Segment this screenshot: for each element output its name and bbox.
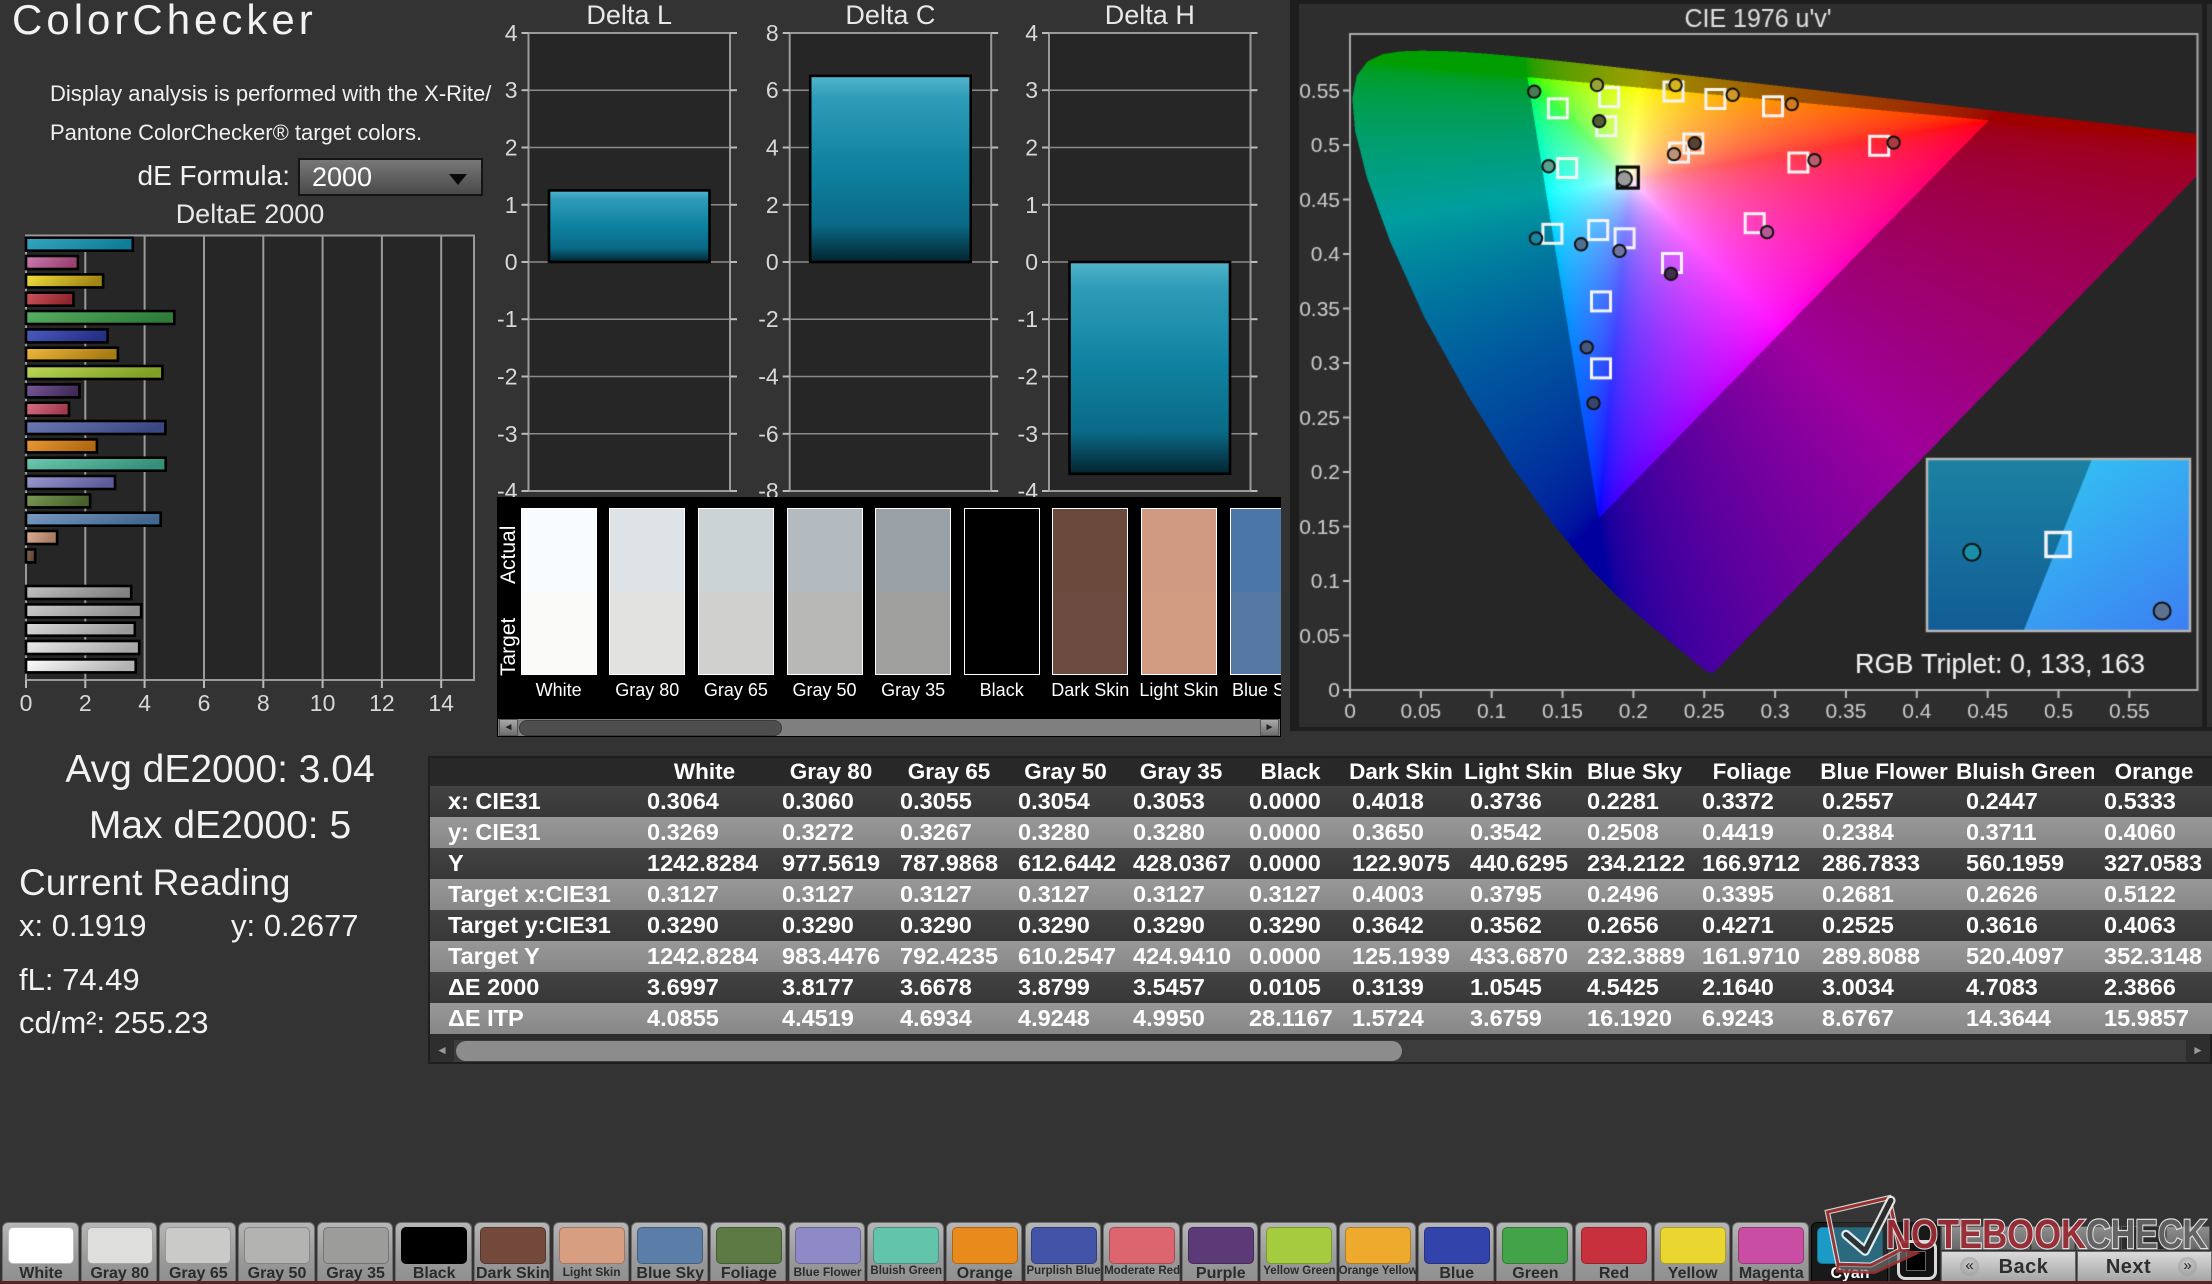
svg-text:4: 4 <box>138 690 151 716</box>
svg-text:-2: -2 <box>497 364 517 390</box>
svg-text:0: 0 <box>766 249 779 275</box>
svg-text:0: 0 <box>20 690 33 716</box>
svg-text:10: 10 <box>310 690 336 716</box>
svg-text:CHECK: CHECK <box>2086 1211 2207 1257</box>
svg-text:-3: -3 <box>1018 421 1038 447</box>
svg-text:2: 2 <box>79 690 92 716</box>
svg-text:12: 12 <box>369 690 395 716</box>
svg-text:-2: -2 <box>1018 364 1038 390</box>
svg-text:14: 14 <box>428 690 454 716</box>
svg-text:4: 4 <box>766 135 779 161</box>
svg-text:0: 0 <box>1025 249 1038 275</box>
svg-text:2: 2 <box>505 135 518 161</box>
svg-text:Delta C: Delta C <box>845 0 935 30</box>
svg-text:Delta L: Delta L <box>586 0 672 30</box>
svg-text:Delta H: Delta H <box>1105 0 1195 30</box>
svg-text:8: 8 <box>257 690 270 716</box>
svg-text:0: 0 <box>505 249 518 275</box>
svg-text:3: 3 <box>1025 77 1038 103</box>
svg-text:NOTEBOOK: NOTEBOOK <box>1886 1211 2086 1257</box>
svg-text:3: 3 <box>505 77 518 103</box>
svg-text:-3: -3 <box>497 421 517 447</box>
svg-text:2: 2 <box>766 192 779 218</box>
svg-text:-1: -1 <box>497 306 517 332</box>
svg-text:4: 4 <box>1025 20 1038 46</box>
svg-text:-2: -2 <box>758 306 778 332</box>
svg-text:6: 6 <box>766 77 779 103</box>
svg-text:1: 1 <box>1025 192 1038 218</box>
svg-text:-1: -1 <box>1018 306 1038 332</box>
svg-text:-6: -6 <box>758 421 778 447</box>
svg-text:-4: -4 <box>758 364 779 390</box>
svg-text:4: 4 <box>505 20 518 46</box>
svg-text:2: 2 <box>1025 135 1038 161</box>
svg-text:6: 6 <box>198 690 211 716</box>
svg-text:8: 8 <box>766 20 779 46</box>
svg-text:1: 1 <box>505 192 518 218</box>
